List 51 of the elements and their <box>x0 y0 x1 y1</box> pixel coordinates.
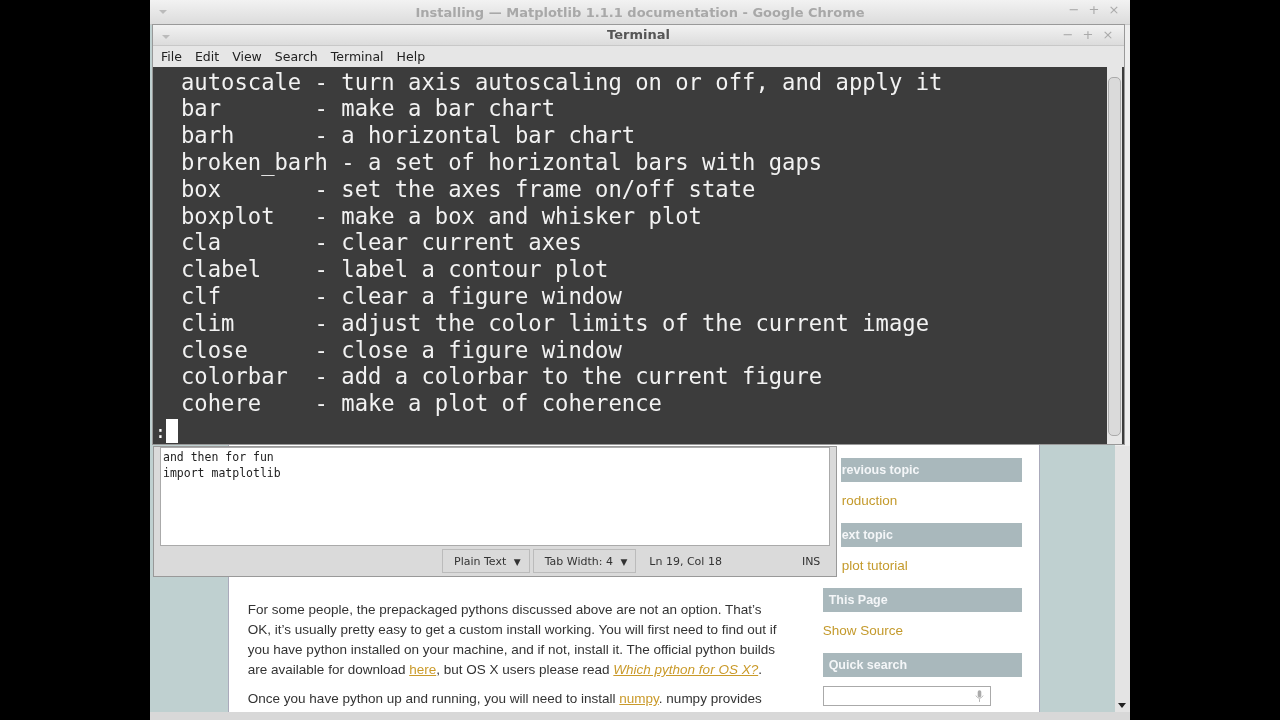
terminal-line: broken_barh - a set of horizontal bars with gaps <box>180 149 824 176</box>
sidebar-heading: Quick search <box>822 653 1023 677</box>
sidebar-heading: revious topic <box>840 458 1023 482</box>
menu-item[interactable]: View <box>232 48 262 64</box>
text-area[interactable]: and then for fun import matplotlib <box>160 447 830 546</box>
terminal-line: clabel - label a contour plot <box>180 256 610 283</box>
text-cursor <box>165 419 178 443</box>
terminal-line: clim - adjust the color limits of the current image <box>180 309 931 337</box>
sidebar-link[interactable]: Show Source <box>822 623 903 639</box>
window-title: Terminal <box>607 27 670 43</box>
window-title: Installing — Matplotlib 1.1.1 documentation - Google Chrome <box>415 4 865 20</box>
menu-item[interactable]: Edit <box>194 48 220 64</box>
terminal-line: cla - clear current axes <box>180 229 583 257</box>
microphone-icon[interactable] <box>974 689 984 703</box>
status-label: INS <box>801 554 821 568</box>
sidebar-heading: ext topic <box>840 523 1023 547</box>
terminal-line: close - close a figure window <box>180 336 623 364</box>
menu-item[interactable]: Terminal <box>330 48 384 64</box>
menu-item[interactable]: File <box>161 48 182 64</box>
menu-item[interactable]: Help <box>396 48 426 64</box>
link[interactable]: numpy <box>619 691 659 706</box>
status-label: Ln 19, Col 18 <box>649 554 722 568</box>
terminal-line: bar - make a bar chart <box>180 95 557 123</box>
code-line: and then for fun <box>163 449 275 465</box>
menu-item[interactable]: Search <box>274 48 318 64</box>
scroll-thumb[interactable] <box>1108 76 1121 436</box>
scrollbar[interactable] <box>1107 66 1122 444</box>
terminal-line: cohere - make a plot of coherence <box>180 390 663 417</box>
search-field[interactable] <box>822 686 991 706</box>
link[interactable]: here <box>409 662 437 677</box>
status-dropdown[interactable]: Tab Width: 4 ▼ <box>532 549 637 573</box>
terminal-line: clf - clear a figure window <box>180 283 623 310</box>
terminal-line: barh - a horizontal bar chart <box>180 122 637 150</box>
terminal-line: colorbar - add a colorbar to the current figure <box>180 363 824 391</box>
link[interactable]: Which python for OS X? <box>613 662 759 677</box>
terminal-line: boxplot - make a box and whisker plot <box>180 202 703 230</box>
pager-prompt: : <box>155 420 166 442</box>
terminal-line: autoscale - turn axis autoscaling on or off, and apply it <box>180 68 944 96</box>
status-dropdown[interactable]: Plain Text ▼ <box>442 549 530 573</box>
window-control[interactable]: × <box>1102 27 1114 42</box>
scrollbar[interactable] <box>1115 446 1130 712</box>
sidebar-link[interactable]: plot tutorial <box>841 558 908 574</box>
paragraph: Once you have python up and running, you will need to install numpy. numpy provides <box>247 690 763 708</box>
sidebar-link[interactable]: roduction <box>841 493 898 509</box>
code-line: import matplotlib <box>163 465 282 481</box>
terminal-line: box - set the axes frame on/off state <box>180 175 757 203</box>
window-menu-icon[interactable] <box>162 35 170 39</box>
sidebar-heading: This Page <box>822 588 1023 612</box>
paragraph: For some people, the prepackaged pythons discussed above are not an option. That’s OK, it’s usually pretty easy to get a custom install working. You will first need to find out if you have python installed on your machine, and if not, install it. The official python builds are available for download here, but OS X users please read Which python for OS X?. <box>247 601 778 679</box>
window-control[interactable]: + <box>1082 27 1094 42</box>
window-control[interactable]: − <box>1062 27 1074 42</box>
